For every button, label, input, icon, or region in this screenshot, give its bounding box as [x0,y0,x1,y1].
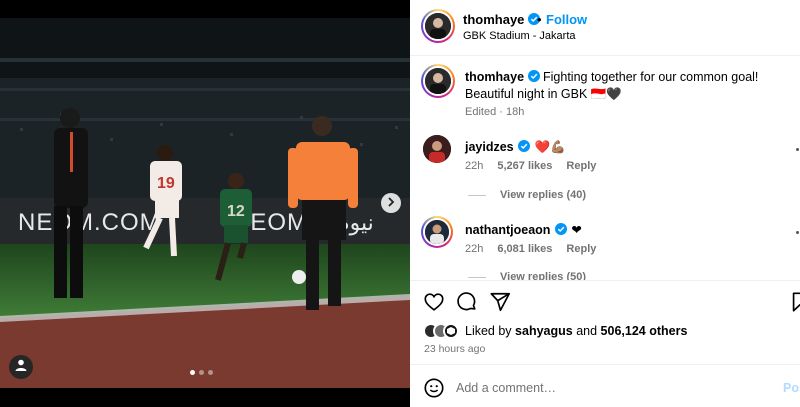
verified-badge-icon [527,70,540,82]
comment-time[interactable]: 22h [465,243,483,255]
view-replies-button[interactable]: View replies (40) [500,189,586,201]
bookmark-icon[interactable] [789,291,800,318]
player-white-number: 19 [157,175,175,192]
comment-meta: 22h 6,081 likes Reply [465,243,596,255]
comment-username[interactable]: nathantjoeaon [465,223,550,237]
comment-likes[interactable]: 5,267 likes [497,160,552,172]
person-tag-icon [14,358,28,377]
carousel-dot[interactable] [199,370,204,375]
actions-divider [410,280,800,281]
liked-by-prefix: Liked by [465,324,512,338]
comment-more-icon[interactable] [796,231,799,234]
carousel-dots [190,370,213,375]
verified-badge-icon [518,139,531,152]
likes-text: Liked by sahyagus and 506,124 others [465,324,687,338]
football [292,270,306,284]
post-location[interactable]: GBK Stadium - Jakarta [463,30,576,42]
posted-time[interactable]: 23 hours ago [424,343,485,355]
carousel-dot[interactable] [208,370,213,375]
comment-avatar[interactable] [423,135,451,163]
next-image-button[interactable] [381,193,401,213]
author-avatar[interactable] [421,9,455,43]
post-photo: NEOM.COM NEOM نيوم 19 12 [0,18,410,388]
comment-list-clip: View replies (50) [410,268,800,280]
carousel-dot[interactable] [190,370,195,375]
heart-icon[interactable] [423,291,445,318]
comment-avatar[interactable] [421,216,453,248]
smiley-icon[interactable] [423,377,445,404]
comment-input[interactable]: Add a comment… [456,381,556,395]
post-media: NEOM.COM NEOM نيوم 19 12 [0,0,410,407]
reply-divider-line [468,277,486,278]
board-text-left: NEOM.COM [18,209,161,236]
action-bar [423,291,800,313]
player-green-number: 12 [227,203,245,220]
liker-avatar[interactable] [443,323,459,339]
liked-by-others[interactable]: 506,124 others [601,324,688,338]
comment-likes[interactable]: 6,081 likes [497,243,552,255]
caption-username[interactable]: thomhaye [465,70,524,84]
post-caption: thomhaye Fighting together for our commo… [465,69,800,103]
comment-meta: 22h 5,267 likes Reply [465,160,596,172]
liked-by-and: and [576,324,598,338]
reply-button[interactable]: Reply [566,160,596,172]
tagged-people-button[interactable] [9,355,33,379]
comment-more-icon[interactable] [796,148,799,151]
comment-bubble-icon[interactable] [456,291,478,318]
chevron-right-icon [386,194,396,212]
comment-box-divider [410,364,800,365]
view-replies-button[interactable]: View replies (50) [500,271,586,280]
header-divider [410,55,800,56]
post-comment-button[interactable]: Post [783,381,800,395]
comment-row: jayidzes ❤️💪🏽 [465,138,566,156]
comment-text: ❤ [571,223,582,237]
caption-time[interactable]: 18h [506,106,524,118]
official-figure [54,108,88,298]
comment-composer: Add a comment… Post [410,370,800,407]
liked-by-user[interactable]: sahyagus [515,324,573,338]
author-username[interactable]: thomhaye [463,12,541,27]
reply-button[interactable]: Reply [566,243,596,255]
comment-row: nathantjoeaon ❤ [465,221,582,239]
edited-label: Edited [465,106,497,118]
reply-divider-line [468,195,486,196]
comment-text: ❤️💪🏽 [534,140,566,154]
follow-button[interactable]: Follow [546,12,587,27]
caption-avatar[interactable] [421,64,455,98]
meta-separator: · [499,106,503,118]
header-separator: • [537,12,542,27]
post-details-panel: thomhaye • Follow GBK Stadium - Jakarta … [410,0,800,407]
paper-plane-icon[interactable] [489,291,511,318]
comment-username[interactable]: jayidzes [465,140,514,154]
verified-badge-icon [554,222,567,235]
caption-meta: Edited · 18h [465,106,524,118]
likes-summary: Liked by sahyagus and 506,124 others [423,323,687,339]
comment-time[interactable]: 22h [465,160,483,172]
author-username-text[interactable]: thomhaye [463,12,524,27]
